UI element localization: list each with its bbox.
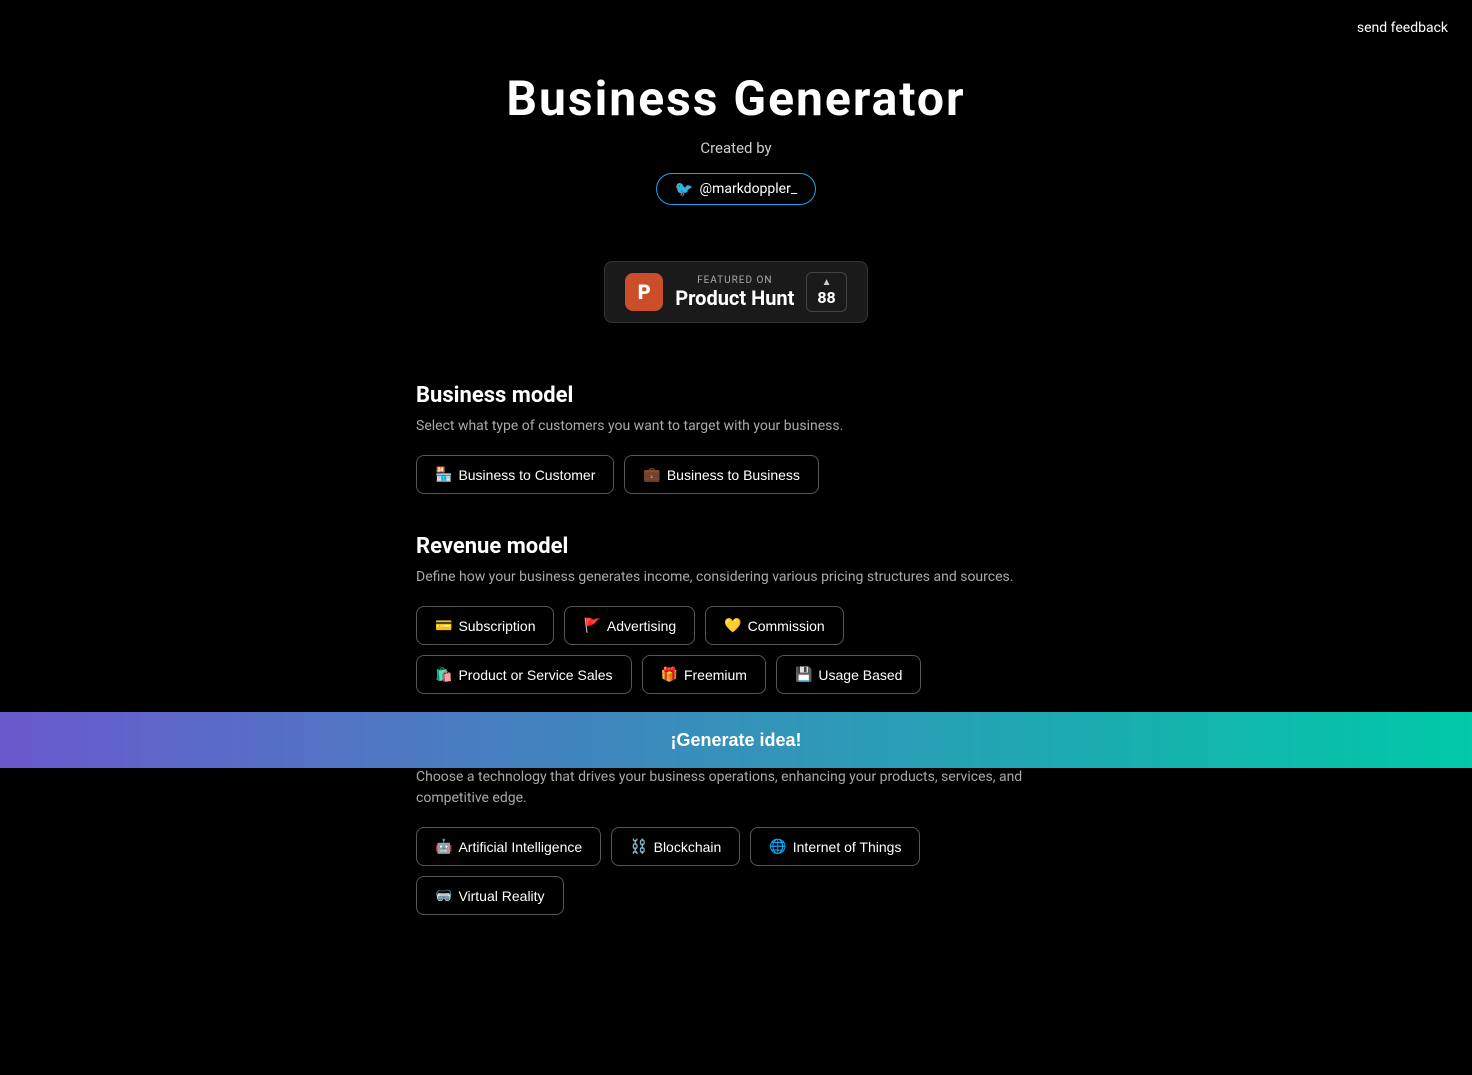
product-sales-emoji: 🛍️ bbox=[435, 666, 452, 683]
technology-desc: Choose a technology that drives your bus… bbox=[416, 767, 1056, 809]
btn-usage-based[interactable]: 💾 Usage Based bbox=[776, 655, 922, 694]
btn-iot[interactable]: 🌐 Internet of Things bbox=[750, 827, 920, 866]
b2c-label: Business to Customer bbox=[458, 467, 595, 483]
ph-text: FEATURED ON Product Hunt bbox=[675, 275, 794, 310]
technology-options: 🤖 Artificial Intelligence ⛓️ Blockchain … bbox=[416, 827, 1056, 915]
advertising-emoji: 🚩 bbox=[583, 617, 600, 634]
vr-emoji: 🥽 bbox=[435, 887, 452, 904]
iot-emoji: 🌐 bbox=[769, 838, 786, 855]
twitter-handle: @markdoppler_ bbox=[700, 181, 798, 197]
usage-based-emoji: 💾 bbox=[795, 666, 812, 683]
ai-emoji: 🤖 bbox=[435, 838, 452, 855]
b2b-emoji: 💼 bbox=[643, 466, 660, 483]
btn-freemium[interactable]: 🎁 Freemium bbox=[642, 655, 766, 694]
product-sales-label: Product or Service Sales bbox=[458, 667, 612, 683]
btn-product-service-sales[interactable]: 🛍️ Product or Service Sales bbox=[416, 655, 632, 694]
iot-label: Internet of Things bbox=[793, 839, 902, 855]
ph-featured-on: FEATURED ON bbox=[675, 275, 794, 286]
advertising-label: Advertising bbox=[607, 618, 676, 634]
btn-commission[interactable]: 💛 Commission bbox=[705, 606, 843, 645]
ph-logo: P bbox=[625, 273, 663, 311]
btn-b2b[interactable]: 💼 Business to Business bbox=[624, 455, 819, 494]
subscription-label: Subscription bbox=[458, 618, 535, 634]
main-title: Business Generator bbox=[0, 70, 1472, 127]
ph-name: Product Hunt bbox=[675, 286, 794, 310]
ph-upvote-arrow: ▲ bbox=[822, 277, 832, 288]
business-model-desc: Select what type of customers you want t… bbox=[416, 416, 1056, 437]
ph-votes[interactable]: ▲ 88 bbox=[806, 272, 846, 312]
btn-vr[interactable]: 🥽 Virtual Reality bbox=[416, 876, 564, 915]
vr-label: Virtual Reality bbox=[458, 888, 544, 904]
usage-based-label: Usage Based bbox=[818, 667, 902, 683]
main-content: Business model Select what type of custo… bbox=[396, 323, 1076, 1075]
btn-subscription[interactable]: 💳 Subscription bbox=[416, 606, 554, 645]
btn-blockchain[interactable]: ⛓️ Blockchain bbox=[611, 827, 740, 866]
generate-label: ¡Generate idea! bbox=[670, 730, 801, 751]
revenue-model-options: 💳 Subscription 🚩 Advertising 💛 Commissio… bbox=[416, 606, 1056, 694]
commission-label: Commission bbox=[748, 618, 825, 634]
ph-vote-count: 88 bbox=[817, 288, 835, 307]
revenue-model-title: Revenue model bbox=[416, 534, 1056, 559]
subscription-emoji: 💳 bbox=[435, 617, 452, 634]
blockchain-emoji: ⛓️ bbox=[630, 838, 647, 855]
btn-b2c[interactable]: 🏪 Business to Customer bbox=[416, 455, 614, 494]
created-by-text: Created by bbox=[0, 139, 1472, 157]
header: Business Generator Created by 🐦 @markdop… bbox=[0, 0, 1472, 323]
send-feedback-link[interactable]: send feedback bbox=[1357, 20, 1448, 36]
product-hunt-badge[interactable]: P FEATURED ON Product Hunt ▲ 88 bbox=[604, 261, 867, 323]
business-model-title: Business model bbox=[416, 383, 1056, 408]
revenue-model-section: Revenue model Define how your business g… bbox=[416, 534, 1056, 694]
b2b-label: Business to Business bbox=[667, 467, 800, 483]
revenue-model-desc: Define how your business generates incom… bbox=[416, 567, 1056, 588]
b2c-emoji: 🏪 bbox=[435, 466, 452, 483]
twitter-icon: 🐦 bbox=[675, 180, 694, 198]
freemium-label: Freemium bbox=[684, 667, 747, 683]
business-model-options: 🏪 Business to Customer 💼 Business to Bus… bbox=[416, 455, 1056, 494]
commission-emoji: 💛 bbox=[724, 617, 741, 634]
btn-ai[interactable]: 🤖 Artificial Intelligence bbox=[416, 827, 601, 866]
business-model-section: Business model Select what type of custo… bbox=[416, 383, 1056, 494]
freemium-emoji: 🎁 bbox=[661, 666, 678, 683]
generate-idea-button[interactable]: ¡Generate idea! bbox=[0, 712, 1472, 768]
btn-advertising[interactable]: 🚩 Advertising bbox=[564, 606, 695, 645]
ai-label: Artificial Intelligence bbox=[458, 839, 582, 855]
twitter-link[interactable]: 🐦 @markdoppler_ bbox=[656, 173, 816, 205]
blockchain-label: Blockchain bbox=[654, 839, 722, 855]
